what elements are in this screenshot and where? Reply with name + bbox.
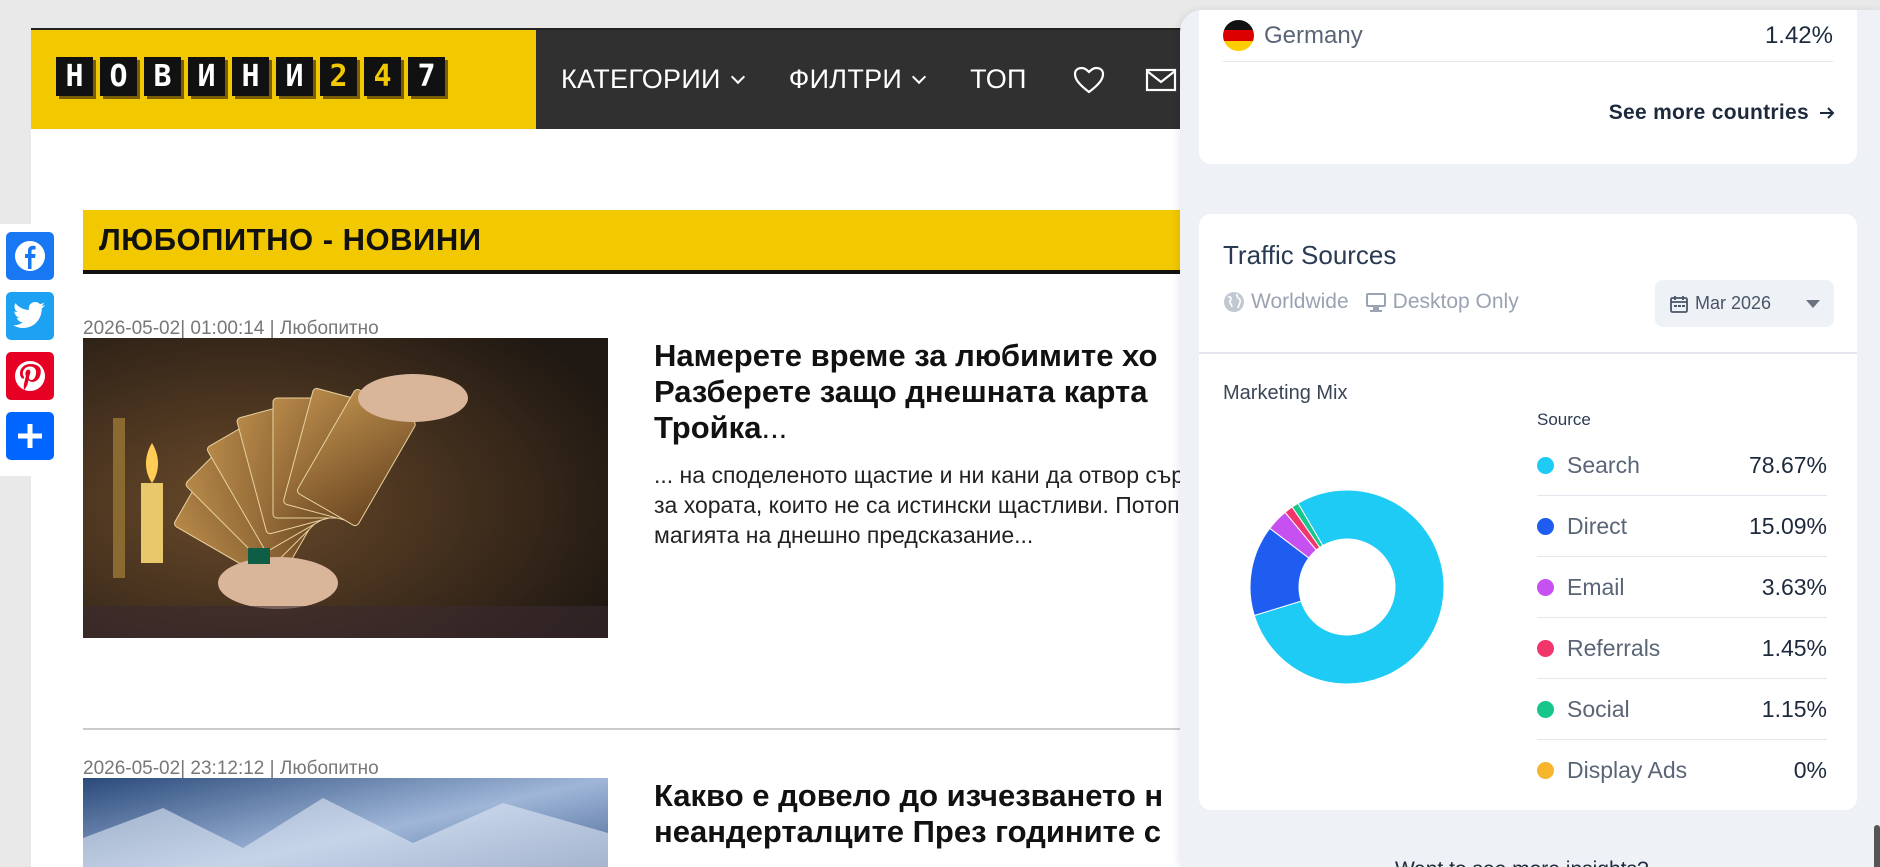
- country-share: 1.42%: [1764, 21, 1833, 49]
- marketing-mix-label: Marketing Mix: [1223, 382, 1348, 404]
- nav-filters[interactable]: ФИЛТРИ: [788, 64, 927, 95]
- source-legend: Search 78.67% Direct 15.09% Email 3.63% Referr…: [1537, 435, 1827, 801]
- source-value: 15.09%: [1748, 512, 1827, 539]
- pinterest-icon: [15, 361, 45, 391]
- card-divider: [1199, 352, 1857, 354]
- article-title-ellipsis: ...: [761, 410, 788, 445]
- source-row-direct: Direct 15.09%: [1537, 496, 1827, 557]
- logo-digit: 2: [320, 57, 357, 96]
- logo[interactable]: Н О В И Н И 2 4 7: [31, 30, 536, 129]
- logo-letter: О: [100, 57, 137, 96]
- logo-letter: И: [188, 57, 225, 96]
- section-title: ЛЮБОПИТНО - НОВИНИ: [83, 210, 1243, 274]
- pinterest-share-button[interactable]: [6, 352, 54, 400]
- article-thumbnail[interactable]: [83, 778, 608, 867]
- source-name: Direct: [1567, 512, 1628, 539]
- country-name: Germany: [1264, 21, 1363, 49]
- marketing-mix-donut: [1249, 489, 1445, 685]
- nav-categories-label: КАТЕГОРИИ: [561, 64, 721, 94]
- legend-dot-icon: [1537, 700, 1554, 718]
- source-row-email: Email 3.63%: [1537, 557, 1827, 618]
- scope-label: Worldwide: [1251, 290, 1349, 313]
- mail-icon[interactable]: [1145, 68, 1177, 92]
- more-share-button[interactable]: [6, 412, 54, 460]
- caret-down-icon: [1806, 300, 1820, 308]
- share-bar: [0, 224, 60, 476]
- source-name: Email: [1567, 573, 1625, 600]
- nav-top[interactable]: ТОП: [970, 64, 1027, 95]
- chevron-down-icon: [912, 69, 927, 84]
- article-card[interactable]: 2026-05-02| 01:00:14 | Любопитно Намерет…: [83, 318, 1283, 648]
- desktop-icon: [1365, 293, 1386, 312]
- logo-digit: 4: [364, 57, 401, 96]
- chevron-down-icon: [730, 69, 745, 84]
- article-divider: [83, 728, 1283, 730]
- legend-dot-icon: [1537, 762, 1554, 779]
- source-row-search: Search 78.67%: [1537, 435, 1827, 496]
- calendar-icon: [1670, 295, 1688, 313]
- see-more-label: See more countries: [1608, 101, 1809, 124]
- nav-categories[interactable]: КАТЕГОРИИ: [561, 64, 745, 95]
- traffic-filters: Worldwide Desktop Only: [1223, 290, 1535, 314]
- device-label: Desktop Only: [1392, 290, 1519, 313]
- twitter-icon: [13, 302, 45, 328]
- nav-filters-label: ФИЛТРИ: [788, 64, 903, 94]
- facebook-share-button[interactable]: [6, 232, 54, 280]
- country-row: Germany 1.42%: [1223, 10, 1833, 62]
- source-row-display-ads: Display Ads 0%: [1537, 740, 1827, 801]
- legend-dot-icon: [1537, 639, 1554, 657]
- logo-letter: В: [144, 57, 181, 96]
- article-thumbnail[interactable]: [83, 338, 608, 638]
- similarweb-panel: Germany 1.42% See more countries Traffic…: [1180, 10, 1880, 867]
- logo-letter: Н: [56, 57, 93, 96]
- source-value: 78.67%: [1748, 451, 1827, 478]
- logo-digit: 7: [408, 57, 445, 96]
- arrow-right-icon: [1820, 107, 1835, 119]
- device-filter: Desktop Only: [1365, 290, 1519, 314]
- source-row-referrals: Referrals 1.45%: [1537, 618, 1827, 679]
- traffic-sources-card: Traffic Sources Worldwide Desktop Only M…: [1199, 214, 1857, 810]
- heart-icon[interactable]: [1073, 66, 1105, 94]
- source-name: Referrals: [1567, 634, 1661, 661]
- source-value: 1.45%: [1761, 634, 1827, 661]
- source-name: Social: [1567, 695, 1630, 722]
- source-value: 1.15%: [1761, 695, 1827, 722]
- germany-flag-icon: [1223, 20, 1254, 51]
- scrollbar-thumb[interactable]: [1874, 825, 1880, 867]
- source-row-social: Social 1.15%: [1537, 679, 1827, 740]
- legend-dot-icon: [1537, 517, 1554, 535]
- nav-top-label: ТОП: [970, 64, 1027, 94]
- source-header: Source: [1537, 410, 1591, 429]
- date-picker-value: Mar 2026: [1695, 293, 1772, 313]
- source-value: 0%: [1793, 757, 1827, 783]
- plus-icon: [18, 424, 42, 448]
- logo-letter: Н: [232, 57, 269, 96]
- logo-letter: И: [276, 57, 313, 96]
- article-card[interactable]: 2026-05-02| 23:12:12 | Любопитно Какво е…: [83, 758, 1283, 867]
- countries-card: Germany 1.42% See more countries: [1199, 10, 1857, 164]
- article-title-text: Намерете време за любимите хо Разберете …: [654, 338, 1158, 445]
- legend-dot-icon: [1537, 578, 1554, 596]
- source-name: Search: [1567, 451, 1640, 478]
- facebook-icon: [15, 241, 45, 271]
- scope-filter: Worldwide: [1223, 290, 1349, 314]
- main-nav: КАТЕГОРИИ ФИЛТРИ ТОП: [561, 30, 1217, 129]
- legend-dot-icon: [1537, 456, 1554, 474]
- globe-icon: [1224, 292, 1244, 312]
- want-more-insights[interactable]: Want to see more insights?: [1395, 858, 1649, 867]
- date-picker[interactable]: Mar 2026: [1655, 280, 1834, 327]
- traffic-sources-title: Traffic Sources: [1223, 240, 1397, 270]
- source-value: 3.63%: [1761, 573, 1827, 600]
- twitter-share-button[interactable]: [6, 292, 54, 340]
- logo-tiles: Н О В И Н И 2 4 7: [56, 57, 445, 96]
- source-name: Display Ads: [1567, 757, 1688, 783]
- see-more-countries-link[interactable]: See more countries: [1609, 101, 1835, 125]
